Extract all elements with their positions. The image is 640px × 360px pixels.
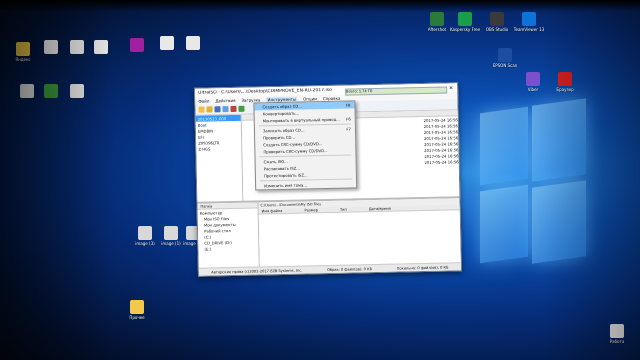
app-icon — [70, 40, 84, 54]
menu-item-label: Изменить имя тома... — [264, 182, 308, 189]
menu-item-label: Протестировать ISZ... — [263, 172, 308, 179]
app-icon — [44, 40, 58, 54]
burn-icon[interactable] — [238, 105, 245, 112]
logo-pane-tl — [480, 106, 528, 186]
image-tree: 20170523_000 Boot EMDBIN EFI Z09396LTR Z… — [195, 114, 244, 202]
desktop-icon-label: TeamViewer 13 — [513, 27, 545, 32]
app-icon — [16, 42, 30, 56]
desktop-icon[interactable]: Браузер — [548, 72, 582, 92]
app-icon — [498, 48, 512, 62]
desktop-icon-label: Viber — [527, 87, 539, 92]
desktop-icon[interactable] — [176, 36, 210, 51]
menu-item-label: Конвертировать... — [262, 110, 300, 117]
menu-item-label: Создать образ CD... — [262, 103, 302, 110]
status-local: Локально: 0 файл(ов), 0 КБ — [396, 264, 449, 271]
desktop-icon[interactable]: EPSON Scan — [488, 48, 522, 68]
desktop-icon-label: Яндекс — [15, 57, 31, 62]
col-type[interactable]: Тип — [340, 207, 347, 211]
file-date: 2017-05-24 16:56 — [423, 128, 459, 135]
desktop-icon[interactable] — [60, 84, 94, 99]
local-tree: Папка Компьютер Мои ISO Files Мои документ… — [197, 202, 260, 270]
local-pane: Папка Компьютер Мои ISO Files Мои документ… — [197, 196, 461, 270]
file-date: 2017-05-24 16:56 — [424, 152, 459, 159]
menu-item-label: Распаковать ISZ... — [263, 165, 300, 172]
desktop-icon[interactable]: Kaspersky Free — [448, 12, 482, 32]
local-file-list: C:\Users\...\Documents\My ISO Files Имя … — [258, 198, 461, 269]
app-icon — [130, 300, 144, 314]
desktop-icon-label: Kaspersky Free — [449, 27, 481, 32]
menu-item-shortcut: F6 — [346, 116, 351, 122]
file-date: 2017-05-24 16:56 — [424, 140, 459, 147]
app-icon — [522, 12, 536, 26]
app-icon — [558, 72, 572, 86]
menu-item-label: Сжать ISO... — [263, 158, 288, 165]
app-icon — [70, 84, 84, 98]
open-icon[interactable] — [206, 106, 213, 113]
menu-file[interactable]: Файл — [198, 98, 209, 103]
file-date: 2017-05-24 16:56 — [423, 134, 459, 141]
menu-item-shortcut: F8 — [345, 102, 351, 108]
app-icon — [186, 36, 200, 50]
col-name[interactable]: Имя файла — [262, 208, 283, 212]
file-date: 2017-05-24 16:56 — [423, 116, 458, 123]
app-icon — [490, 12, 504, 26]
desktop-icon-label: OBS Studio — [485, 27, 509, 32]
desktop-icon[interactable] — [120, 38, 154, 53]
desktop-icon[interactable]: Viber — [516, 72, 550, 92]
app-icon — [138, 226, 152, 240]
desktop-icon[interactable]: Работа — [600, 324, 634, 344]
file-date: 2017-05-24 16:56 — [424, 146, 459, 153]
app-icon — [44, 84, 58, 98]
logo-pane-bl — [480, 184, 528, 264]
desktop-icon-label: Прочее — [129, 315, 145, 320]
app-icon — [430, 12, 444, 26]
tree-item[interactable]: Z HGS — [196, 145, 241, 152]
desktop-icon-label: Работа — [609, 339, 625, 344]
status-copyright: Авторские права (c)2002-2017 EZB Systems… — [211, 268, 303, 274]
menu-item-label: Проверить CD... — [263, 134, 296, 141]
ultraiso-window[interactable]: UltraISO - C:\Users\...\Desktop\CDIMPROV… — [194, 82, 462, 277]
logo-pane-br — [532, 180, 586, 264]
app-icon — [610, 324, 624, 338]
desktop-icon[interactable]: Прочее — [120, 300, 154, 320]
menu-item-label: Проверить CRC-сумму CD/DVD... — [263, 148, 328, 155]
delete-icon[interactable] — [230, 105, 237, 113]
app-icon — [526, 72, 540, 86]
logo-pane-tr — [532, 98, 586, 182]
menu-item-label: Монтировать в виртуальный привод... — [262, 116, 340, 124]
app-icon — [94, 40, 108, 54]
save-as-icon[interactable] — [222, 106, 229, 113]
col-date[interactable]: Дата/время — [369, 206, 391, 210]
file-date: 2017-05-24 16:56 — [424, 158, 459, 165]
file-date: 2017-05-24 16:56 — [423, 122, 458, 129]
tools-dropdown: Создать образ CD... F8 Конвертировать... Мо… — [253, 100, 358, 191]
col-size[interactable]: Размер — [304, 208, 318, 212]
status-image: Образ: 0 файл(ов), 0 КБ — [327, 266, 373, 272]
menu-item-shortcut: F7 — [346, 126, 351, 132]
menu-item[interactable]: Изменить имя тома... — [256, 180, 356, 189]
app-icon — [458, 12, 472, 26]
desktop-icon-label: Браузер — [556, 87, 574, 92]
app-icon — [20, 84, 34, 98]
save-icon[interactable] — [214, 106, 221, 113]
desktop-icon[interactable]: TeamViewer 13 — [512, 12, 546, 32]
menu-item-label: Записать образ CD... — [262, 127, 305, 134]
monitor-bezel-top — [0, 0, 640, 12]
new-icon[interactable] — [198, 106, 205, 113]
app-icon — [130, 38, 144, 52]
menu-actions[interactable]: Действия — [215, 98, 235, 103]
windows-logo — [470, 90, 590, 290]
app-icon — [160, 36, 174, 50]
desktop-icon[interactable] — [84, 40, 118, 55]
desktop-icon[interactable]: OBS Studio — [480, 12, 514, 32]
local-tree-item[interactable]: (E:) — [198, 244, 258, 251]
desktop-icon-label: EPSON Scan — [492, 63, 518, 68]
